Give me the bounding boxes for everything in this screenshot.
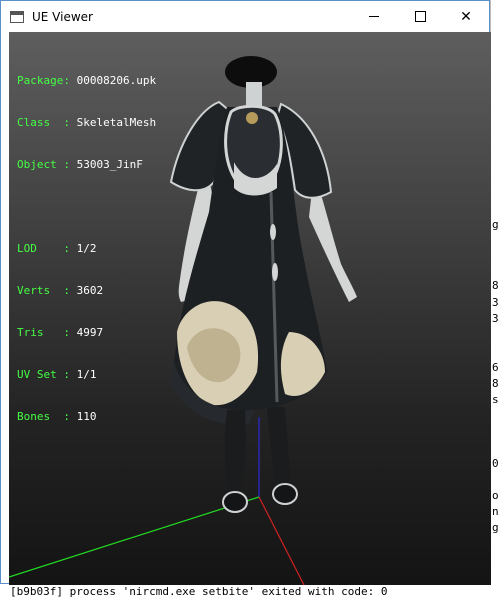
bg-console-char: s xyxy=(492,393,499,406)
left-shoe xyxy=(222,491,248,513)
bg-console-char: 0 xyxy=(492,457,499,470)
minimize-icon xyxy=(369,16,379,17)
stat-value: 1/1 xyxy=(76,368,97,381)
bg-console-char: o xyxy=(492,489,499,502)
bg-console-char: g xyxy=(492,521,499,534)
stat-value: 00008206.upk xyxy=(76,74,157,87)
maximize-button[interactable] xyxy=(397,1,443,32)
bg-console-char: 6 xyxy=(492,361,499,374)
stat-label: Package xyxy=(17,74,64,87)
stat-value: 3602 xyxy=(76,284,104,297)
x-axis xyxy=(258,496,305,585)
bg-console-char: n xyxy=(492,505,499,518)
bg-console-char: 8 xyxy=(492,279,499,292)
close-button[interactable]: ✕ xyxy=(443,1,489,32)
stat-label: Object xyxy=(17,158,64,171)
stat-value: 4997 xyxy=(76,326,104,339)
stat-label: Bones xyxy=(17,410,64,423)
dress-clasp xyxy=(270,224,276,240)
window-title: UE Viewer xyxy=(32,9,93,24)
bg-console-char: g xyxy=(492,218,499,231)
stat-row: UV Set : 1/1 xyxy=(17,368,97,381)
bg-console-char: 3 xyxy=(492,312,499,325)
stat-spacer xyxy=(17,200,156,214)
stat-label: Tris xyxy=(17,326,64,339)
stat-row: Verts : 3602 xyxy=(17,284,104,297)
window-icon xyxy=(10,10,24,23)
stat-value: 53003_JinF xyxy=(76,158,143,171)
3d-viewport[interactable]: Package: 00008206.upk Class : SkeletalMe… xyxy=(9,32,491,585)
close-icon: ✕ xyxy=(460,8,472,25)
stat-value: 1/2 xyxy=(76,242,97,255)
stat-row: Class : SkeletalMesh xyxy=(17,116,157,129)
stat-row: Package: 00008206.upk xyxy=(17,74,157,87)
stat-label: LOD xyxy=(17,242,64,255)
left-leg xyxy=(224,410,246,497)
chest-ornament xyxy=(246,112,258,124)
stat-value: SkeletalMesh xyxy=(76,116,157,129)
stat-label: UV Set xyxy=(17,368,64,381)
bg-console-char: 8 xyxy=(492,377,499,390)
stat-label: Class xyxy=(17,116,64,129)
stat-row: LOD : 1/2 xyxy=(17,242,97,255)
title-bar[interactable]: UE Viewer ✕ xyxy=(1,1,489,32)
stat-value: 110 xyxy=(76,410,97,423)
bg-console-char: 3 xyxy=(492,296,499,309)
minimize-button[interactable] xyxy=(351,1,397,32)
bg-console-line: [b9b03f] process 'nircmd.exe setbite' ex… xyxy=(0,584,500,600)
stat-label: Verts xyxy=(17,284,64,297)
right-shoe xyxy=(272,483,298,505)
dress-clasp xyxy=(272,263,278,281)
right-leg xyxy=(267,407,291,490)
y-axis xyxy=(9,496,260,578)
maximize-icon xyxy=(414,11,426,22)
mesh-info-overlay: Package: 00008206.upk Class : SkeletalMe… xyxy=(17,46,156,452)
character-model xyxy=(169,56,357,513)
stat-row: Bones : 110 xyxy=(17,410,97,423)
ue-viewer-window: UE Viewer ✕ Package: 00008206.upk Class … xyxy=(0,0,491,585)
stat-row: Object : 53003_JinF xyxy=(17,158,143,171)
stat-row: Tris : 4997 xyxy=(17,326,104,339)
